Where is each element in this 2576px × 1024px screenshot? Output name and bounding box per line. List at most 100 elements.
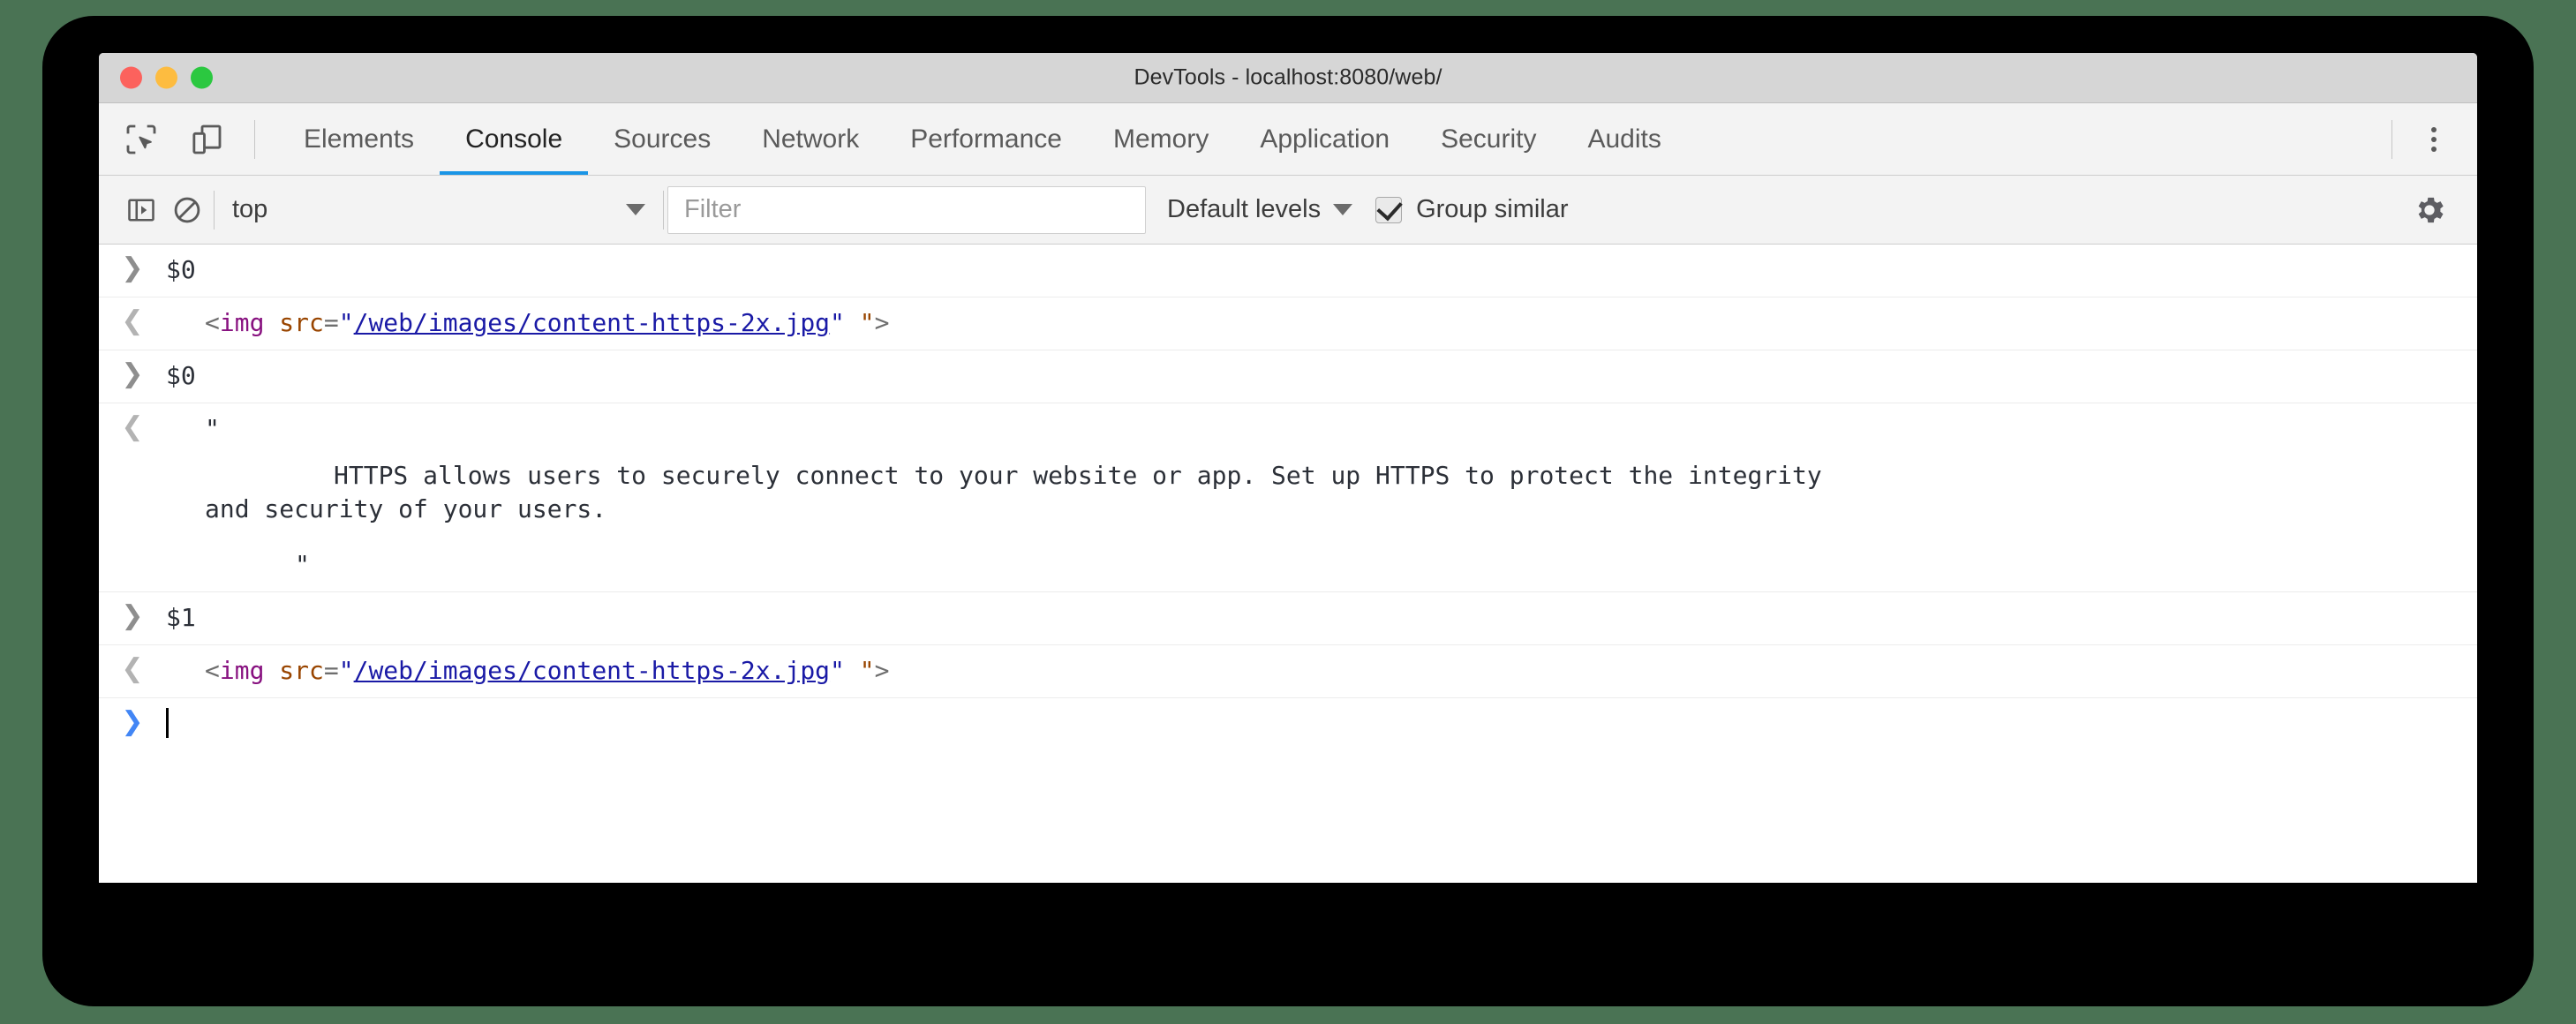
html-attr-name: src [279, 308, 324, 337]
html-gap [845, 308, 860, 337]
devtools-tabbar: Elements Console Sources Network Perform… [99, 103, 2477, 176]
input-chevron-icon: ❯ [121, 599, 144, 631]
window-titlebar: DevTools - localhost:8080/web/ [99, 53, 2477, 103]
console-toolbar: top Filter Default levels Group similar [99, 176, 2477, 245]
devtools-tabs: Elements Console Sources Network Perform… [278, 103, 1687, 175]
console-row-gutter: ❯ [99, 359, 166, 388]
html-tag-name: img [219, 308, 265, 337]
console-result-html: <img src="/web/images/content-https-2x.j… [166, 306, 2477, 341]
html-attr-name: src [279, 655, 324, 685]
string-quote-close: " [295, 549, 310, 579]
html-open-bracket: < [205, 655, 220, 685]
device-toolbar-icon[interactable] [184, 117, 230, 162]
string-quote-open: " [205, 414, 220, 443]
html-space [264, 308, 279, 337]
log-levels-label: Default levels [1167, 195, 1322, 223]
html-gap [845, 656, 860, 685]
console-settings-wrap [2407, 187, 2477, 233]
tab-sources-label: Sources [614, 124, 712, 154]
console-result-row[interactable]: ❮ " HTTPS allows users to securely connec… [99, 403, 2477, 592]
tab-performance-label: Performance [910, 124, 1062, 154]
console-toolbar-divider-2 [663, 190, 664, 230]
tabbar-divider [254, 119, 255, 159]
string-body-line-1: HTTPS allows users to securely connect t… [334, 460, 1822, 490]
html-open-bracket: < [205, 308, 220, 337]
console-filter-placeholder: Filter [684, 195, 742, 223]
tab-audits-label: Audits [1587, 124, 1661, 154]
tab-application-label: Application [1260, 124, 1390, 154]
group-similar-checkbox[interactable] [1375, 196, 1403, 223]
console-prompt-row[interactable]: ❯ [99, 698, 2477, 751]
chevron-down-icon [1333, 204, 1353, 215]
html-quote-close: " [830, 655, 845, 685]
html-attr-value-link[interactable]: /web/images/content-https-2x.jpg [354, 308, 830, 337]
console-input-expression: $0 [166, 361, 196, 390]
group-similar-toggle[interactable]: Group similar [1375, 195, 1569, 224]
execution-context-select[interactable]: top [218, 187, 659, 233]
tab-network[interactable]: Network [736, 103, 885, 175]
output-chevron-icon: ❮ [121, 411, 144, 442]
console-prompt-input[interactable] [166, 707, 2477, 742]
console-filter-input[interactable]: Filter [667, 185, 1146, 234]
html-close-bracket: > [874, 308, 890, 337]
tab-network-label: Network [762, 124, 860, 154]
text-cursor [166, 707, 169, 738]
tab-sources[interactable]: Sources [588, 103, 736, 175]
chevron-down-icon [626, 204, 645, 215]
html-space [264, 656, 279, 685]
html-close-bracket: > [874, 655, 890, 685]
input-chevron-icon: ❯ [121, 358, 144, 389]
log-levels-select[interactable]: Default levels [1167, 195, 1353, 224]
input-chevron-icon: ❯ [121, 252, 144, 283]
string-body-line-2: and security of your users. [205, 494, 607, 524]
html-quote-extra: " [859, 655, 875, 685]
html-equals: = [323, 655, 339, 685]
console-row-gutter: ❮ [99, 412, 166, 440]
prompt-chevron-icon: ❯ [121, 705, 144, 737]
console-result-string: " HTTPS allows users to securely connect … [166, 412, 2477, 583]
inspect-element-icon[interactable] [118, 117, 164, 162]
tab-elements[interactable]: Elements [278, 103, 440, 175]
output-chevron-icon: ❮ [121, 652, 144, 684]
console-sidebar-toggle-icon[interactable] [118, 187, 164, 233]
tab-performance[interactable]: Performance [885, 103, 1088, 175]
html-quote-extra: " [859, 308, 875, 337]
console-input-row[interactable]: ❯ $1 [99, 592, 2477, 645]
console-input-row[interactable]: ❯ $0 [99, 350, 2477, 403]
html-quote-open: " [338, 655, 354, 685]
console-input-expression: $0 [166, 255, 196, 284]
console-row-gutter: ❮ [99, 306, 166, 335]
html-tag-name: img [219, 655, 265, 685]
tab-security[interactable]: Security [1415, 103, 1562, 175]
console-output[interactable]: ❯ $0 ❮ <img src="/web/images/content-htt… [99, 245, 2477, 883]
settings-gear-icon[interactable] [2407, 187, 2452, 233]
devtools-window: DevTools - localhost:8080/web/ Elements … [99, 53, 2477, 883]
group-similar-label: Group similar [1416, 195, 1569, 223]
window-title: DevTools - localhost:8080/web/ [1134, 64, 1442, 90]
tab-memory[interactable]: Memory [1088, 103, 1234, 175]
console-row-gutter: ❯ [99, 253, 166, 282]
clear-console-icon[interactable] [164, 187, 210, 233]
output-chevron-icon: ❮ [121, 305, 144, 336]
console-input-row[interactable]: ❯ $0 [99, 245, 2477, 297]
console-result-row[interactable]: ❮ <img src="/web/images/content-https-2x… [99, 645, 2477, 698]
tab-console-label: Console [465, 124, 563, 154]
tab-audits[interactable]: Audits [1562, 103, 1686, 175]
more-options-icon[interactable] [2414, 117, 2454, 162]
tab-application[interactable]: Application [1234, 103, 1415, 175]
console-input-expression: $1 [166, 602, 196, 632]
console-result-row[interactable]: ❮ <img src="/web/images/content-https-2x… [99, 297, 2477, 350]
tabbar-right-divider [2391, 119, 2392, 159]
html-equals: = [323, 308, 339, 337]
tab-security-label: Security [1441, 124, 1537, 154]
console-result-html: <img src="/web/images/content-https-2x.j… [166, 654, 2477, 689]
console-toolbar-divider-1 [214, 190, 215, 230]
html-attr-value-link[interactable]: /web/images/content-https-2x.jpg [354, 656, 830, 685]
tab-console[interactable]: Console [440, 103, 589, 175]
devtools-tool-icons [118, 117, 251, 162]
html-quote-close: " [830, 308, 845, 337]
console-row-gutter: ❯ [99, 707, 166, 735]
console-row-gutter: ❮ [99, 654, 166, 682]
tab-memory-label: Memory [1112, 124, 1209, 154]
html-quote-open: " [338, 308, 354, 337]
